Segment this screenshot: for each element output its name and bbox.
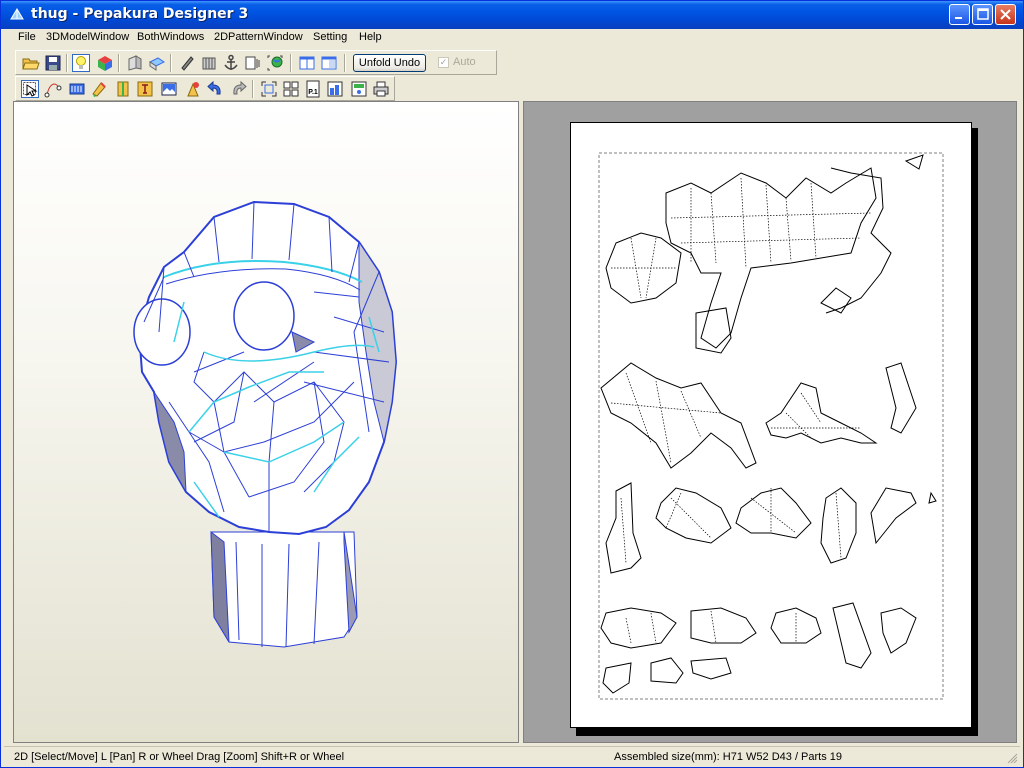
fold-cube-icon[interactable] [200, 54, 218, 72]
page-icon-label: P.1 [308, 89, 318, 96]
print-icon[interactable] [372, 80, 390, 98]
auto-label: Auto [453, 56, 476, 68]
maximize-button[interactable] [972, 4, 993, 25]
pattern-toolbar: P.1 [15, 76, 395, 101]
toolbar-separator [118, 54, 120, 72]
page-icon[interactable]: P.1 [304, 80, 322, 98]
status-assembled-size: Assembled size(mm): H71 W52 D43 / Parts … [614, 751, 843, 763]
text-icon[interactable] [136, 80, 154, 98]
save-icon[interactable] [44, 54, 62, 72]
print-settings-icon[interactable] [350, 80, 368, 98]
toolbar-separator [252, 80, 254, 98]
window-right-icon[interactable] [320, 54, 338, 72]
split-view-icon[interactable] [244, 54, 262, 72]
texture-icon[interactable] [96, 54, 114, 72]
fold-right-icon[interactable] [148, 54, 166, 72]
flap-icon[interactable] [68, 80, 86, 98]
menu-2dpatternwindow[interactable]: 2DPatternWindow [214, 31, 303, 43]
status-bar: 2D [Select/Move] L [Pan] R or Wheel Drag… [4, 746, 1020, 766]
window-left-icon[interactable] [298, 54, 316, 72]
arrange-icon[interactable] [282, 80, 300, 98]
pepakura-app-icon[interactable] [9, 7, 25, 23]
menu-bothwindows[interactable]: BothWindows [137, 31, 204, 43]
edge-icon[interactable] [44, 80, 62, 98]
resize-grip-icon[interactable] [1006, 752, 1018, 764]
toolbar-separator [344, 54, 346, 72]
paper-sheet [570, 122, 972, 728]
pattern-parts [598, 152, 944, 700]
unfold-undo-button[interactable]: Unfold Undo [353, 54, 426, 72]
3d-model-view[interactable] [13, 101, 519, 743]
menu-bar: File 3DModelWindow BothWindows 2DPattern… [4, 29, 1020, 48]
toolbar-separator [66, 54, 68, 72]
menu-help[interactable]: Help [359, 31, 382, 43]
close-button[interactable] [995, 4, 1016, 25]
auto-checkbox[interactable]: ✓ [438, 57, 449, 68]
head-model [133, 200, 398, 648]
toolbar-separator [170, 54, 172, 72]
menu-file[interactable]: File [18, 31, 36, 43]
light-icon[interactable] [72, 54, 90, 72]
image-icon[interactable] [160, 80, 178, 98]
minimize-button[interactable] [949, 4, 970, 25]
edit-icon[interactable] [178, 54, 196, 72]
main-toolbar: Unfold Undo ✓ Auto [15, 50, 497, 75]
menu-setting[interactable]: Setting [313, 31, 347, 43]
rotate-icon[interactable] [184, 80, 202, 98]
paint-icon[interactable] [90, 80, 108, 98]
window-title: thug - Pepakura Designer 3 [31, 6, 249, 22]
fit-icon[interactable] [260, 80, 278, 98]
status-hint: 2D [Select/Move] L [Pan] R or Wheel Drag… [14, 751, 345, 763]
redo-icon[interactable] [230, 80, 248, 98]
open-icon[interactable] [22, 54, 40, 72]
menu-3dmodelwindow[interactable]: 3DModelWindow [46, 31, 129, 43]
select-move-icon[interactable] [21, 80, 39, 98]
toolbar-separator [290, 54, 292, 72]
fold-left-icon[interactable] [126, 54, 144, 72]
app-window: thug - Pepakura Designer 3 File 3DModelW… [0, 0, 1024, 768]
title-bar[interactable]: thug - Pepakura Designer 3 [1, 1, 1023, 29]
2d-pattern-view[interactable] [523, 101, 1017, 743]
anchor-icon[interactable] [222, 54, 240, 72]
page-layout-icon[interactable] [326, 80, 344, 98]
globe-icon[interactable] [266, 54, 284, 72]
join-icon[interactable] [114, 80, 132, 98]
undo-icon[interactable] [206, 80, 224, 98]
